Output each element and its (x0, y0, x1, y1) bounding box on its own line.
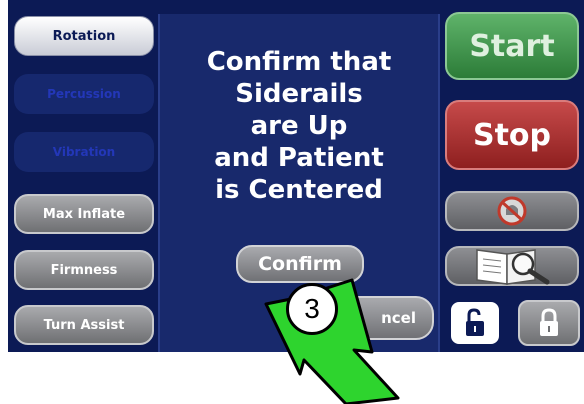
dialog-message-line: Confirm that (206, 47, 392, 77)
dialog-message: Confirm that Siderails are Up and Patien… (160, 46, 438, 206)
start-button[interactable]: Start (445, 12, 579, 80)
rotation-button[interactable]: Rotation (14, 16, 154, 56)
turn-assist-button[interactable]: Turn Assist (14, 305, 154, 345)
vibration-button: Vibration (14, 132, 154, 172)
alarm-silence-icon (497, 196, 527, 226)
lock-icon (540, 308, 558, 336)
manual-magnifier-icon (476, 249, 550, 285)
stop-button[interactable]: Stop (445, 100, 579, 170)
lock-button[interactable] (518, 300, 580, 346)
unlock-button[interactable] (449, 300, 501, 346)
unlock-icon (466, 308, 484, 336)
dialog-message-line: are Up (250, 111, 348, 141)
cancel-button[interactable]: ncel (330, 296, 434, 340)
manual-button[interactable] (445, 246, 579, 286)
dialog-message-line: is Centered (215, 175, 383, 205)
max-inflate-button[interactable]: Max Inflate (14, 194, 154, 234)
dialog-message-line: and Patient (214, 143, 384, 173)
percussion-button: Percussion (14, 74, 154, 114)
step-number-badge: 3 (286, 283, 338, 335)
alarm-silence-button[interactable] (445, 191, 579, 231)
firmness-button[interactable]: Firmness (14, 250, 154, 290)
confirm-button[interactable]: Confirm (236, 245, 364, 283)
dialog-message-line: Siderails (235, 79, 363, 109)
